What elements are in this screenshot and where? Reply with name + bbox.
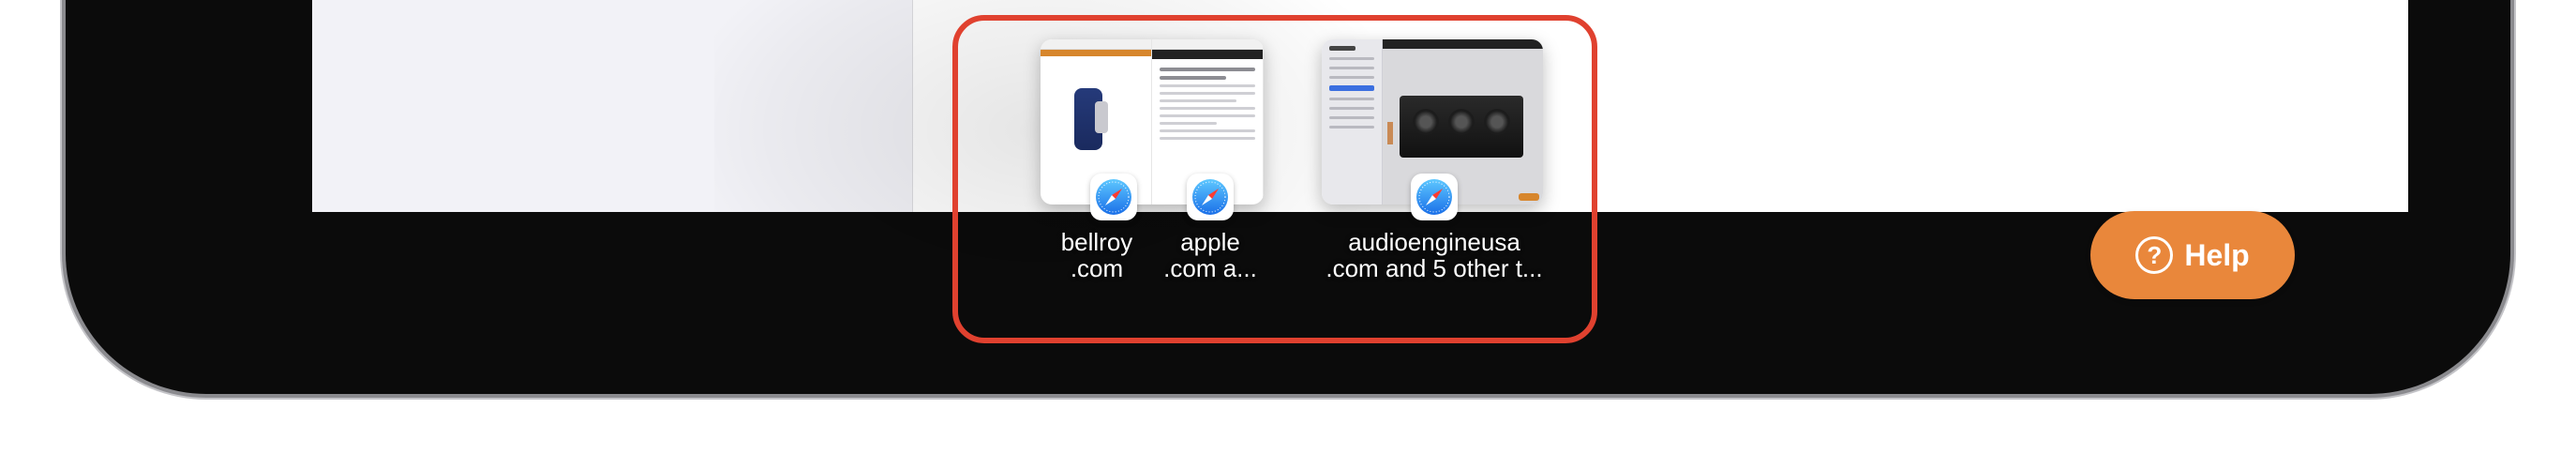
- help-label: Help: [2184, 237, 2250, 272]
- safari-icon: [1411, 174, 1458, 220]
- card-label-audioengine: audioengineusa .com and 5 other t...: [1325, 228, 1543, 282]
- safari-icon: [1187, 174, 1234, 220]
- thumbnail-sidebar: [1322, 39, 1383, 204]
- question-circle-icon: ?: [2135, 236, 2174, 274]
- safari-icon: [1090, 174, 1137, 220]
- speaker-image: [1400, 96, 1523, 158]
- card-label-apple: apple .com a...: [1163, 228, 1257, 282]
- help-button[interactable]: ? Help: [2090, 211, 2295, 299]
- card-label-bellroy: bellroy .com: [1060, 228, 1133, 282]
